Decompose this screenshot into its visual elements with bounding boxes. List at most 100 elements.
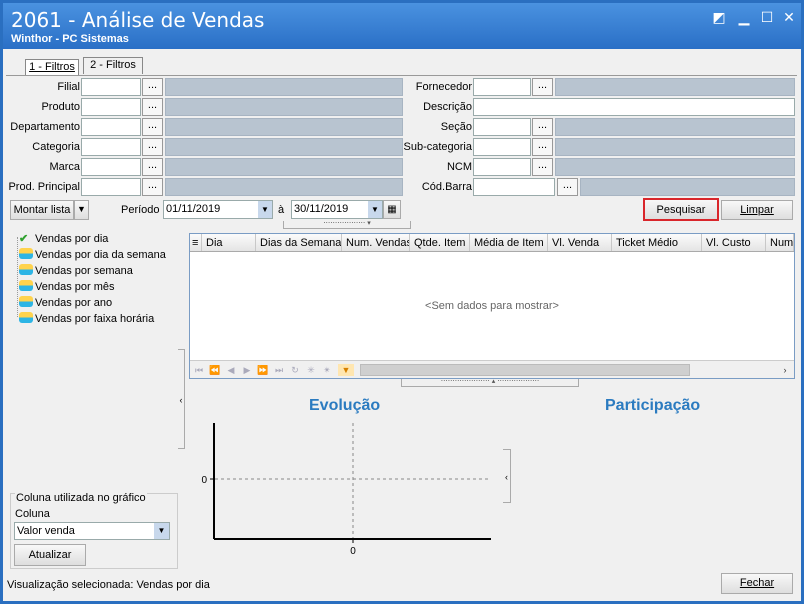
first-page-icon[interactable]: ⏮ xyxy=(192,364,206,376)
sub-categoria-lookup-button[interactable]: ... xyxy=(532,138,553,156)
fornecedor-description xyxy=(555,78,795,96)
cod-barra-lookup-button[interactable]: ... xyxy=(557,178,578,196)
column-header[interactable]: Média de Item xyxy=(470,234,548,251)
participacao-title: Participação xyxy=(605,397,701,414)
splitter-handle-grid[interactable]: ⋯⋯⋯⋯⋯⋯⋯ ▴ ⋯⋯⋯⋯⋯⋯ xyxy=(401,378,579,387)
categoria-input[interactable] xyxy=(81,138,141,156)
date-from-dropdown-icon[interactable]: ▼ xyxy=(258,201,272,218)
departamento-lookup-button[interactable]: ... xyxy=(142,118,163,136)
date-from-input[interactable]: 01/11/2019 ▼ xyxy=(163,200,273,219)
limpar-button[interactable]: Limpar xyxy=(721,200,793,220)
prev-page-icon[interactable]: ⏪ xyxy=(208,364,222,376)
window-title: 2061 - Análise de Vendas xyxy=(11,8,265,32)
tree-item-vendas-por-ano[interactable]: Vendas por ano xyxy=(19,295,112,311)
tab-divider xyxy=(6,75,797,76)
scroll-right-icon[interactable]: › xyxy=(778,364,792,376)
minimize-icon[interactable]: ▁ xyxy=(736,9,752,25)
produto-lookup-button[interactable]: ... xyxy=(142,98,163,116)
report-icon xyxy=(19,264,33,275)
categoria-lookup-button[interactable]: ... xyxy=(142,138,163,156)
montar-lista-button[interactable]: Montar lista xyxy=(10,200,74,220)
report-icon xyxy=(19,312,33,323)
filter-label-filial: Filial xyxy=(57,81,80,93)
tree-item-label: Vendas por mês xyxy=(35,281,115,293)
column-header[interactable]: Dias da Semana xyxy=(256,234,342,251)
title-bar: 2061 - Análise de Vendas Winthor - PC Si… xyxy=(3,3,801,49)
status-text: Visualização selecionada: Vendas por dia xyxy=(7,579,210,591)
filial-lookup-button[interactable]: ... xyxy=(142,78,163,96)
filial-input[interactable] xyxy=(81,78,141,96)
tree-item-vendas-por-mes[interactable]: Vendas por mês xyxy=(19,279,115,295)
grid-menu-icon[interactable]: ≡ xyxy=(190,234,202,251)
tree-item-label: Vendas por faixa horária xyxy=(35,313,155,325)
collapse-icon[interactable]: ✴ xyxy=(320,364,334,376)
splitter-handle-top[interactable]: ⋯⋯⋯⋯⋯⋯ ▾ xyxy=(283,220,411,229)
splitter-handle-left[interactable]: ‹ xyxy=(178,349,185,449)
pesquisar-button[interactable]: Pesquisar xyxy=(643,198,719,221)
prod-principal-lookup-button[interactable]: ... xyxy=(142,178,163,196)
filial-description xyxy=(165,78,403,96)
departamento-input[interactable] xyxy=(81,118,141,136)
fornecedor-lookup-button[interactable]: ... xyxy=(532,78,553,96)
chevron-down-icon[interactable]: ▼ xyxy=(154,523,169,539)
report-icon xyxy=(19,296,33,307)
date-to-input[interactable]: 30/11/2019 ▼ xyxy=(291,200,383,219)
marca-input[interactable] xyxy=(81,158,141,176)
cod-barra-input[interactable] xyxy=(473,178,555,196)
application-window: 2061 - Análise de Vendas Winthor - PC Si… xyxy=(0,0,804,604)
column-header[interactable]: Ticket Médio xyxy=(612,234,702,251)
montar-lista-dropdown[interactable]: ▼ xyxy=(74,200,89,220)
fornecedor-input[interactable] xyxy=(473,78,531,96)
ncm-input[interactable] xyxy=(473,158,531,176)
column-header[interactable]: Dia xyxy=(202,234,256,251)
prod-principal-description xyxy=(165,178,403,196)
departamento-description xyxy=(165,118,403,136)
coluna-label: Coluna xyxy=(15,508,50,520)
atualizar-button[interactable]: Atualizar xyxy=(14,544,86,566)
filter-icon[interactable]: ▼ xyxy=(338,364,354,376)
chevron-down-icon: ▼ xyxy=(77,204,86,214)
maximize-icon[interactable]: ☐ xyxy=(759,9,775,25)
horizontal-scrollbar[interactable] xyxy=(360,364,690,376)
close-icon[interactable]: ✕ xyxy=(781,9,797,25)
tree-item-vendas-por-dia[interactable]: ✔ Vendas por dia xyxy=(19,231,108,247)
filter-label-marca: Marca xyxy=(49,161,80,173)
tree-item-vendas-por-semana[interactable]: Vendas por semana xyxy=(19,263,133,279)
next-record-icon[interactable]: ▶ xyxy=(240,364,254,376)
column-header[interactable]: Num. Vendas xyxy=(342,234,410,251)
secao-lookup-button[interactable]: ... xyxy=(532,118,553,136)
categoria-description xyxy=(165,138,403,156)
tree-item-label: Vendas por semana xyxy=(35,265,133,277)
grid-empty-message: <Sem dados para mostrar> xyxy=(425,300,559,312)
ncm-description xyxy=(555,158,795,176)
tree-item-vendas-por-faixa-horaria[interactable]: Vendas por faixa horária xyxy=(19,311,154,327)
date-to-dropdown-icon[interactable]: ▼ xyxy=(368,201,382,218)
calendar-icon[interactable]: ▦ xyxy=(383,200,401,219)
prev-record-icon[interactable]: ◀ xyxy=(224,364,238,376)
column-header[interactable]: Vl. Venda xyxy=(548,234,612,251)
next-page-icon[interactable]: ⏩ xyxy=(256,364,270,376)
tab-filtros-1[interactable]: 1 - Filtros xyxy=(25,59,79,76)
tree-item-vendas-por-dia-da-semana[interactable]: Vendas por dia da semana xyxy=(19,247,166,263)
group-label: Coluna utilizada no gráfico xyxy=(15,492,147,504)
column-header[interactable]: Vl. Custo xyxy=(702,234,766,251)
fechar-button[interactable]: Fechar xyxy=(721,573,793,594)
expand-icon[interactable]: ✳ xyxy=(304,364,318,376)
refresh-icon[interactable]: ↻ xyxy=(288,364,302,376)
descricao-input[interactable] xyxy=(473,98,795,116)
sub-categoria-input[interactable] xyxy=(473,138,531,156)
tab-filtros-2[interactable]: 2 - Filtros xyxy=(83,57,143,74)
splitter-handle-chart[interactable]: ‹ xyxy=(503,449,511,503)
ncm-lookup-button[interactable]: ... xyxy=(532,158,553,176)
column-header[interactable]: Num. xyxy=(766,234,794,251)
secao-input[interactable] xyxy=(473,118,531,136)
last-page-icon[interactable]: ⏭ xyxy=(272,364,286,376)
coluna-select[interactable]: Valor venda ▼ xyxy=(14,522,170,540)
produto-input[interactable] xyxy=(81,98,141,116)
prod-principal-input[interactable] xyxy=(81,178,141,196)
column-header[interactable]: Qtde. Item xyxy=(410,234,470,251)
filter-label-prod-principal: Prod. Principal xyxy=(8,181,80,193)
marca-lookup-button[interactable]: ... xyxy=(142,158,163,176)
restore-icon[interactable]: ◩ xyxy=(711,9,727,25)
sub-categoria-description xyxy=(555,138,795,156)
